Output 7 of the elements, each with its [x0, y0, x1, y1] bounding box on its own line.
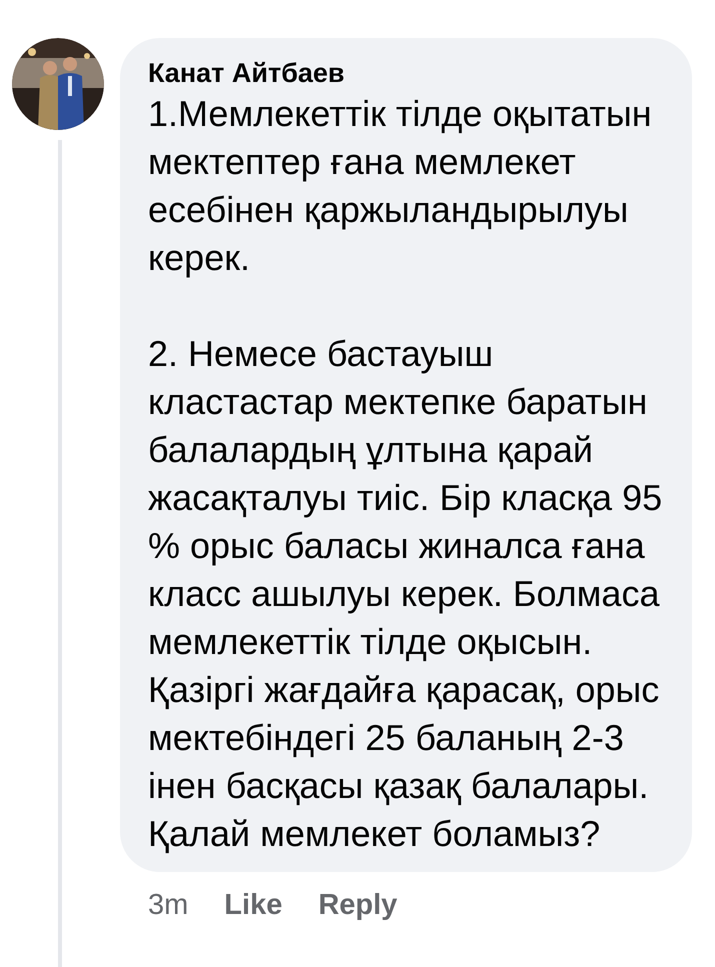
author-name[interactable]: Канат Айтбаев: [148, 56, 678, 90]
comment-text: 1.Мемлекеттік тілде оқытатын мектептер ғана мемлекет есебінен қаржыландырылуы керек.: [148, 92, 653, 280]
timestamp[interactable]: 3m: [148, 884, 188, 928]
comment-text: Қалай мемлекет боламыз?: [148, 812, 602, 856]
comment-text: 2. Немесе бастауыш кластастар мектепке баратын балалардың ұлтына қарай жасақталуы тиіс. Бір класқа 95 % орыс баласы жиналса ғана класс ашылуы керек. Болмаса мемлекеттік тілде оқысын. Қазіргі жағдайға қарасақ, орыс мектебіндегі 25 баланың 2-3 інен басқасы қазақ балалары.: [148, 332, 664, 808]
action-link[interactable]: Like: [224, 884, 282, 928]
action-link[interactable]: Reply: [318, 884, 398, 928]
